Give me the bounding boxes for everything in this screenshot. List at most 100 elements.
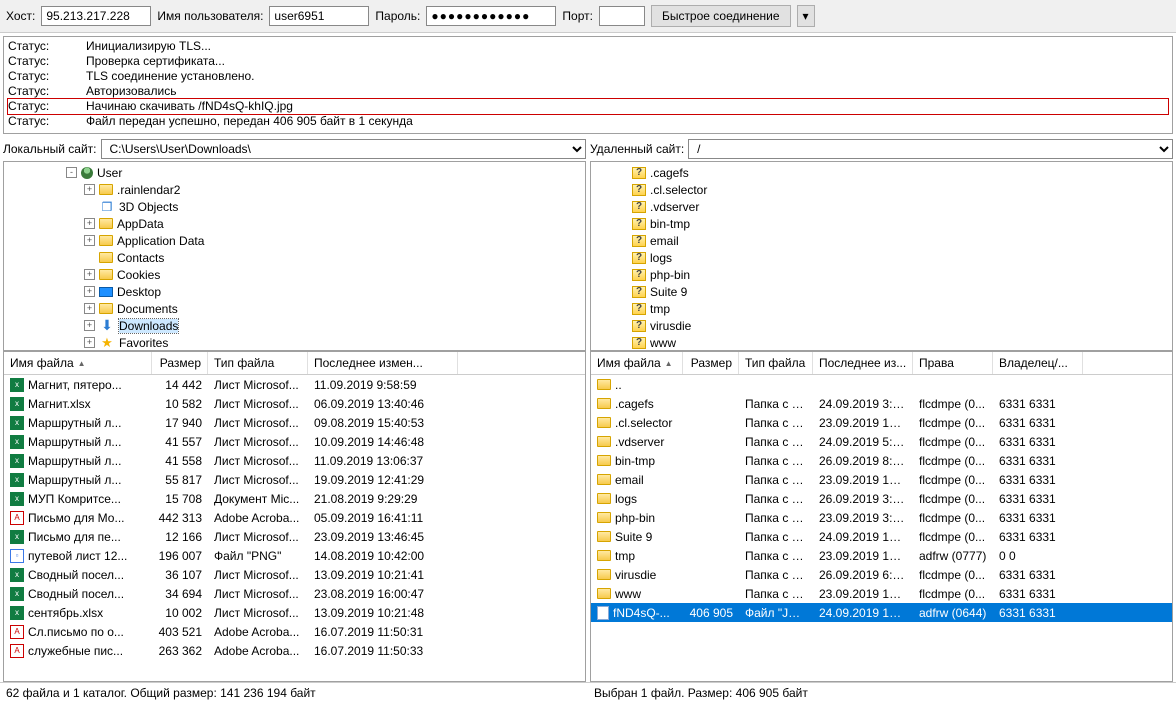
list-item[interactable]: tmpПапка с ф...23.09.2019 19:5...adfrw (… xyxy=(591,546,1172,565)
tree-item[interactable]: Suite 9 xyxy=(591,283,1172,300)
list-item[interactable]: x Сводный посел...36 107Лист Microsof...… xyxy=(4,565,585,584)
list-item[interactable]: A Письмо для Мо...442 313Adobe Acroba...… xyxy=(4,508,585,527)
list-item[interactable]: php-binПапка с ф...23.09.2019 3:01:...fl… xyxy=(591,508,1172,527)
list-item[interactable]: logsПапка с ф...26.09.2019 3:38:...flcdm… xyxy=(591,489,1172,508)
tree-expander-none xyxy=(84,201,95,212)
password-input[interactable] xyxy=(426,6,556,26)
file-name: .. xyxy=(615,378,622,392)
list-item[interactable]: emailПапка с ф...23.09.2019 19:5...flcdm… xyxy=(591,470,1172,489)
tree-item[interactable]: bin-tmp xyxy=(591,215,1172,232)
tree-item[interactable]: php-bin xyxy=(591,266,1172,283)
tree-item[interactable]: www xyxy=(591,334,1172,351)
port-input[interactable] xyxy=(599,6,645,26)
list-item[interactable]: x Магнит, пятеро...14 442Лист Microsof..… xyxy=(4,375,585,394)
column-header[interactable]: Владелец/... xyxy=(993,352,1083,374)
list-item[interactable]: .cagefsПапка с ф...24.09.2019 3:00:...fl… xyxy=(591,394,1172,413)
log-row: Статус:Авторизовались xyxy=(8,84,1168,99)
list-item[interactable]: wwwПапка с ф...23.09.2019 19:5...flcdmpe… xyxy=(591,584,1172,603)
tree-expander[interactable]: + xyxy=(84,337,95,348)
list-item[interactable]: x Сводный посел...34 694Лист Microsof...… xyxy=(4,584,585,603)
tree-item[interactable]: -User xyxy=(4,164,585,181)
tree-expander[interactable]: + xyxy=(84,303,95,314)
tree-item[interactable]: + Documents xyxy=(4,300,585,317)
tree-item[interactable]: +Application Data xyxy=(4,232,585,249)
list-item[interactable]: x Маршрутный л...41 558Лист Microsof...1… xyxy=(4,451,585,470)
column-label: Владелец/... xyxy=(999,356,1068,370)
column-header[interactable]: Размер xyxy=(683,352,739,374)
list-item[interactable]: A Сл.письмо по о...403 521Adobe Acroba..… xyxy=(4,622,585,641)
pdf-icon: A xyxy=(10,644,24,658)
file-name: email xyxy=(615,473,644,487)
folder-icon xyxy=(99,218,113,229)
list-item[interactable]: x Письмо для пе...12 166Лист Microsof...… xyxy=(4,527,585,546)
message-log[interactable]: Статус:Инициализирую TLS...Статус:Провер… xyxy=(3,36,1173,134)
quick-connect-dropdown[interactable]: ▾ xyxy=(797,5,815,27)
tree-expander[interactable]: - xyxy=(66,167,77,178)
tree-item[interactable]: ❒3D Objects xyxy=(4,198,585,215)
tree-expander[interactable]: + xyxy=(84,218,95,229)
list-item[interactable]: .vdserverПапка с ф...24.09.2019 5:55:...… xyxy=(591,432,1172,451)
tree-item[interactable]: +⬇Downloads xyxy=(4,317,585,334)
tree-expander[interactable]: + xyxy=(84,286,95,297)
username-input[interactable] xyxy=(269,6,369,26)
tree-item[interactable]: +Desktop xyxy=(4,283,585,300)
tree-item-label: Documents xyxy=(117,302,178,316)
local-file-list[interactable]: Имя файла▲РазмерТип файлаПоследнее измен… xyxy=(3,351,586,682)
tree-item[interactable]: .vdserver xyxy=(591,198,1172,215)
tree-item[interactable]: Contacts xyxy=(4,249,585,266)
tree-item[interactable]: tmp xyxy=(591,300,1172,317)
quick-connect-button[interactable]: Быстрое соединение xyxy=(651,5,791,27)
tree-item[interactable]: +AppData xyxy=(4,215,585,232)
tree-item[interactable]: email xyxy=(591,232,1172,249)
folder-unknown-icon xyxy=(632,337,646,349)
list-item[interactable]: ▫ путевой лист 12...196 007Файл "PNG"14.… xyxy=(4,546,585,565)
remote-file-list[interactable]: Имя файла▲РазмерТип файлаПоследнее из...… xyxy=(590,351,1173,682)
tree-item[interactable]: .cagefs xyxy=(591,164,1172,181)
list-item[interactable]: x сентябрь.xlsx10 002Лист Microsof...13.… xyxy=(4,603,585,622)
cell: adfrw (0777) xyxy=(913,549,993,563)
list-item[interactable]: A служебные пис...263 362Adobe Acroba...… xyxy=(4,641,585,660)
tree-item[interactable]: .cl.selector xyxy=(591,181,1172,198)
list-item[interactable]: fND4sQ-...406 905Файл "JPG"24.09.2019 16… xyxy=(591,603,1172,622)
tree-item[interactable]: +Cookies xyxy=(4,266,585,283)
excel-icon: x xyxy=(10,435,24,449)
column-header[interactable]: Последнее из... xyxy=(813,352,913,374)
local-path-input[interactable]: C:\Users\User\Downloads\ xyxy=(101,139,587,159)
list-item[interactable]: .. xyxy=(591,375,1172,394)
tree-expander[interactable]: + xyxy=(84,184,95,195)
tree-item[interactable]: virusdie xyxy=(591,317,1172,334)
list-item[interactable]: bin-tmpПапка с ф...26.09.2019 8:28:...fl… xyxy=(591,451,1172,470)
host-input[interactable] xyxy=(41,6,151,26)
tree-item[interactable]: +.rainlendar2 xyxy=(4,181,585,198)
list-item[interactable]: x Маршрутный л...41 557Лист Microsof...1… xyxy=(4,432,585,451)
log-row: Статус:Инициализирую TLS... xyxy=(8,39,1168,54)
tree-item[interactable]: +★Favorites xyxy=(4,334,585,351)
column-header[interactable]: Тип файла xyxy=(739,352,813,374)
column-header[interactable]: Имя файла▲ xyxy=(591,352,683,374)
column-header[interactable]: Последнее измен... xyxy=(308,352,458,374)
username-label: Имя пользователя: xyxy=(157,9,263,23)
tree-expander[interactable]: + xyxy=(84,235,95,246)
tree-item[interactable]: logs xyxy=(591,249,1172,266)
list-item[interactable]: x Маршрутный л...17 940Лист Microsof...0… xyxy=(4,413,585,432)
tree-item-label: 3D Objects xyxy=(119,200,178,214)
column-header[interactable]: Права xyxy=(913,352,993,374)
tree-expander[interactable]: + xyxy=(84,320,95,331)
tree-item-label: bin-tmp xyxy=(650,217,690,231)
tree-expander[interactable]: + xyxy=(84,269,95,280)
cell: 23.09.2019 13:46:45 xyxy=(308,530,458,544)
column-header[interactable]: Тип файла xyxy=(208,352,308,374)
remote-path-input[interactable]: / xyxy=(688,139,1173,159)
list-item[interactable]: x МУП Комритсе...15 708Документ Mic...21… xyxy=(4,489,585,508)
log-label: Статус: xyxy=(8,84,86,99)
local-tree[interactable]: -User+.rainlendar2❒3D Objects+AppData+Ap… xyxy=(3,161,586,351)
column-header[interactable]: Размер xyxy=(152,352,208,374)
cell: Лист Microsof... xyxy=(208,416,308,430)
list-item[interactable]: Suite 9Папка с ф...24.09.2019 17:1...flc… xyxy=(591,527,1172,546)
list-item[interactable]: .cl.selectorПапка с ф...23.09.2019 19:5.… xyxy=(591,413,1172,432)
remote-tree[interactable]: .cagefs.cl.selector.vdserver bin-tmpemail… xyxy=(590,161,1173,351)
list-item[interactable]: x Магнит.xlsx10 582Лист Microsof...06.09… xyxy=(4,394,585,413)
column-header[interactable]: Имя файла▲ xyxy=(4,352,152,374)
list-item[interactable]: x Маршрутный л...55 817Лист Microsof...1… xyxy=(4,470,585,489)
list-item[interactable]: virusdieПапка с ф...26.09.2019 6:11:...f… xyxy=(591,565,1172,584)
